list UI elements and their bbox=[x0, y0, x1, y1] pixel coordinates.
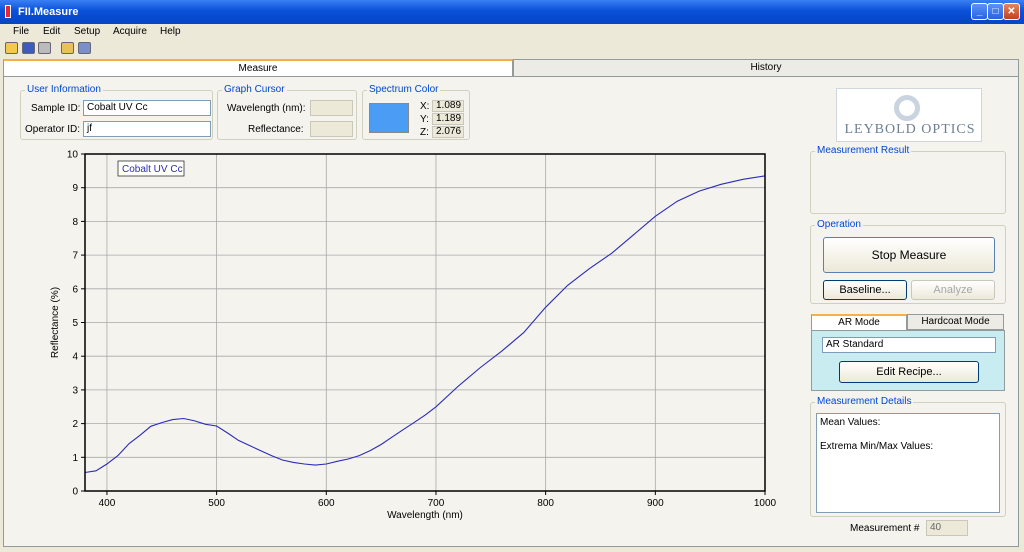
logo-mark-icon bbox=[894, 95, 920, 121]
menu-file[interactable]: File bbox=[13, 26, 29, 37]
extrema-values-label: Extrema Min/Max Values: bbox=[820, 441, 934, 452]
close-button[interactable]: ✕ bbox=[1003, 3, 1020, 20]
mode-tabs: AR Mode Hardcoat Mode AR Standard Edit R… bbox=[810, 314, 1006, 392]
measurement-result-group: Measurement Result bbox=[810, 145, 1006, 214]
y-tick-label: 4 bbox=[72, 352, 78, 363]
edit-recipe-button[interactable]: Edit Recipe... bbox=[839, 361, 979, 383]
measurement-details-group: Measurement Details Mean Values: Extrema… bbox=[810, 396, 1006, 517]
spectrum-color-group: Spectrum Color X: 1.089 Y: 1.189 Z: 2.07… bbox=[362, 84, 470, 140]
baseline-button[interactable]: Baseline... bbox=[823, 280, 907, 300]
analyze-button[interactable]: Analyze bbox=[911, 280, 995, 300]
logo-text: LEYBOLD OPTICS bbox=[844, 122, 976, 137]
print-icon[interactable] bbox=[38, 42, 51, 54]
measurement-result-title: Measurement Result bbox=[815, 145, 912, 156]
minimize-button[interactable]: _ bbox=[971, 3, 988, 20]
operation-group: Operation Stop Measure Baseline... Analy… bbox=[810, 219, 1006, 304]
spectrum-color-swatch bbox=[369, 103, 409, 133]
x-tick-label: 500 bbox=[208, 498, 225, 509]
y-tick-label: 8 bbox=[72, 217, 78, 228]
mean-values-label: Mean Values: bbox=[820, 417, 881, 428]
menu-bar: File Edit Setup Acquire Help bbox=[0, 24, 1024, 40]
x-axis-title: Wavelength (nm) bbox=[387, 510, 463, 521]
save-icon[interactable] bbox=[22, 42, 35, 54]
x-tick-label: 600 bbox=[318, 498, 335, 509]
sample-id-label: Sample ID: bbox=[31, 103, 81, 114]
graph-cursor-group: Graph Cursor Wavelength (nm): Reflectanc… bbox=[217, 84, 357, 140]
recipe-field[interactable]: AR Standard bbox=[822, 337, 996, 353]
leybold-logo: LEYBOLD OPTICS bbox=[836, 88, 982, 142]
y-tick-label: 2 bbox=[72, 419, 78, 430]
operator-id-label: Operator ID: bbox=[25, 124, 81, 135]
y-tick-label: 7 bbox=[72, 251, 78, 262]
y-tick-label: 5 bbox=[72, 318, 78, 329]
y-tick-label: 1 bbox=[72, 453, 78, 464]
wavelength-field bbox=[310, 100, 353, 116]
x-value: 1.089 bbox=[432, 100, 464, 112]
y-value: 1.189 bbox=[432, 113, 464, 125]
measurement-details-title: Measurement Details bbox=[815, 396, 914, 407]
export-icon[interactable] bbox=[61, 42, 74, 54]
operator-id-input[interactable]: jf bbox=[83, 121, 211, 137]
app-icon bbox=[5, 5, 11, 18]
graph-cursor-title: Graph Cursor bbox=[222, 84, 287, 95]
x-tick-label: 700 bbox=[428, 498, 445, 509]
tab-measure[interactable]: Measure bbox=[3, 59, 513, 77]
y-tick-label: 6 bbox=[72, 284, 78, 295]
legend-label: Cobalt UV Cc bbox=[122, 164, 183, 175]
x-tick-label: 800 bbox=[537, 498, 554, 509]
stop-measure-button[interactable]: Stop Measure bbox=[823, 237, 995, 273]
user-information-group: User Information Sample ID: Cobalt UV Cc… bbox=[20, 84, 213, 140]
series-line-cobalt-uv-cc bbox=[84, 175, 766, 474]
reflectance-label: Reflectance: bbox=[248, 124, 304, 135]
x-tick-label: 1000 bbox=[754, 498, 777, 509]
window-title: FII.Measure bbox=[18, 6, 79, 18]
menu-acquire[interactable]: Acquire bbox=[113, 26, 147, 37]
copy-icon[interactable] bbox=[78, 42, 91, 54]
y-tick-label: 0 bbox=[72, 487, 78, 498]
tab-ar-mode[interactable]: AR Mode bbox=[811, 314, 907, 330]
y-tick-label: 3 bbox=[72, 385, 78, 396]
x-tick-label: 400 bbox=[99, 498, 116, 509]
toolbar bbox=[0, 40, 1024, 58]
operation-title: Operation bbox=[815, 219, 863, 230]
open-folder-icon[interactable] bbox=[5, 42, 18, 54]
y-axis-title: Reflectance (%) bbox=[50, 287, 61, 358]
maximize-button[interactable]: □ bbox=[987, 3, 1004, 20]
x-tick-label: 900 bbox=[647, 498, 664, 509]
measure-panel: User Information Sample ID: Cobalt UV Cc… bbox=[3, 76, 1019, 547]
reflectance-field bbox=[310, 121, 353, 137]
user-information-title: User Information bbox=[25, 84, 103, 95]
tab-hardcoat-mode[interactable]: Hardcoat Mode bbox=[907, 314, 1004, 330]
measurement-number-label: Measurement # bbox=[850, 523, 920, 534]
measurement-number-field: 40 bbox=[926, 520, 968, 536]
menu-help[interactable]: Help bbox=[160, 26, 181, 37]
y-label: Y: bbox=[420, 114, 429, 125]
title-bar: FII.Measure _ □ ✕ bbox=[0, 0, 1024, 24]
spectrum-color-title: Spectrum Color bbox=[367, 84, 441, 95]
tab-history[interactable]: History bbox=[513, 59, 1019, 77]
x-label: X: bbox=[420, 101, 430, 112]
z-label: Z: bbox=[420, 127, 429, 138]
y-tick-label: 9 bbox=[72, 183, 78, 194]
reflectance-chart[interactable]: 400 500 600 700 800 900 1000 0 1 2 3 4 5 6 7 8 9 10 Refle… bbox=[18, 149, 778, 527]
main-tabs: Measure History bbox=[3, 59, 1019, 77]
wavelength-label: Wavelength (nm): bbox=[227, 103, 306, 114]
ar-mode-panel: AR Standard Edit Recipe... bbox=[811, 330, 1005, 391]
sample-id-input[interactable]: Cobalt UV Cc bbox=[83, 100, 211, 116]
menu-edit[interactable]: Edit bbox=[43, 26, 60, 37]
y-tick-label: 10 bbox=[67, 150, 79, 161]
menu-setup[interactable]: Setup bbox=[74, 26, 100, 37]
z-value: 2.076 bbox=[432, 126, 464, 138]
details-textarea[interactable]: Mean Values: Extrema Min/Max Values: bbox=[816, 413, 1000, 513]
